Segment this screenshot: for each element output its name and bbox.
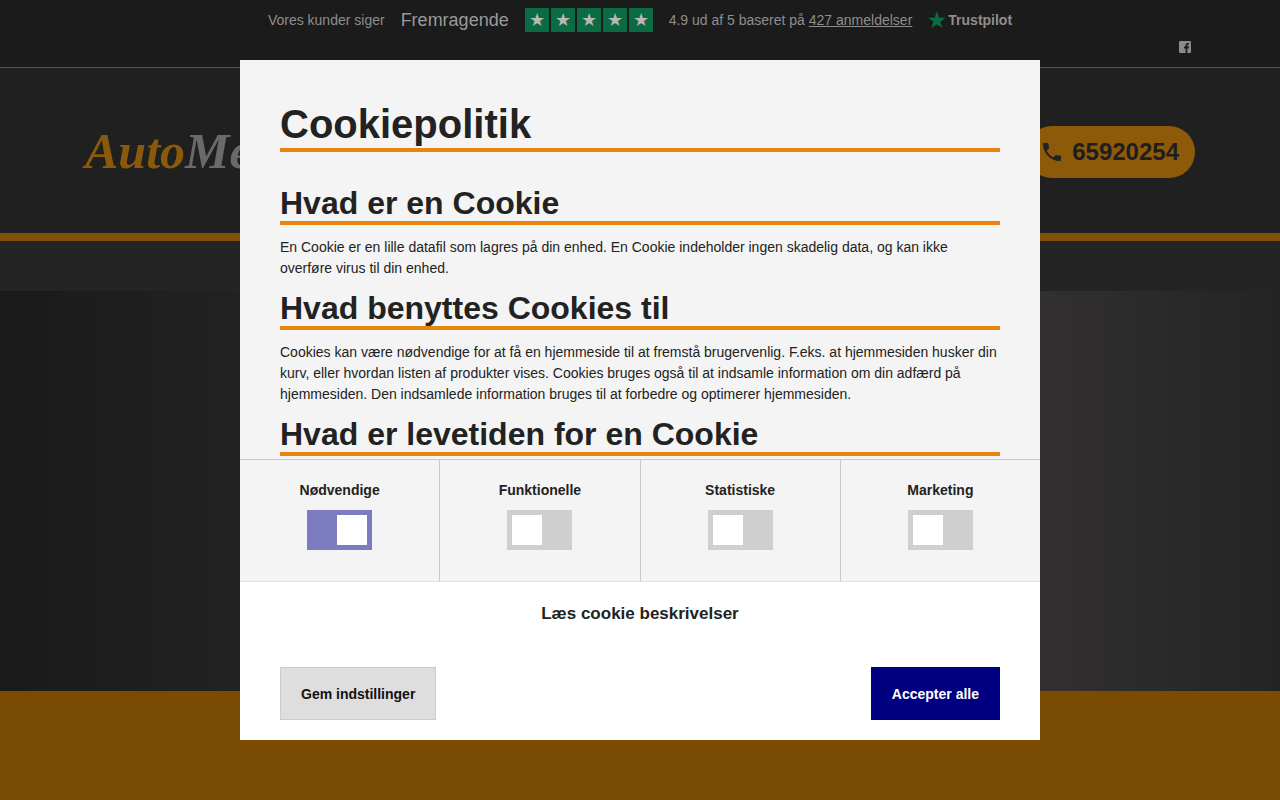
phone-number: 65920254 — [1072, 138, 1179, 166]
section-body: En Cookie er en lille datafil som lagres… — [280, 237, 1000, 279]
section-heading: Hvad er levetiden for en Cookie — [280, 416, 1000, 456]
accept-all-button[interactable]: Accepter alle — [871, 667, 1000, 720]
cookie-policy-text: Cookiepolitik Hvad er en Cookie En Cookie … — [240, 60, 1040, 459]
facebook-icon[interactable] — [1179, 41, 1191, 53]
star-icon: ★ — [525, 8, 549, 32]
cookie-dialog: Cookiepolitik Hvad er en Cookie En Cookie … — [240, 60, 1040, 740]
trustpilot-bar: Vores kunder sigerFremragende★★★★★4.9 ud… — [0, 0, 1280, 68]
switch-knob — [512, 515, 542, 545]
star-icon: ★ — [577, 8, 601, 32]
category-switch[interactable] — [708, 510, 773, 550]
dialog-footer: Læs cookie beskrivelser Gem indstillinger… — [240, 581, 1040, 740]
consent-category: Nødvendige — [240, 460, 440, 581]
dialog-title: Cookiepolitik — [280, 100, 1000, 152]
trustpilot-star-icon: ★ — [928, 8, 946, 32]
category-switch[interactable] — [507, 510, 572, 550]
policy-section: Hvad er en Cookie En Cookie er en lille d… — [280, 185, 1000, 279]
category-label: Nødvendige — [300, 482, 380, 498]
switch-knob — [713, 515, 743, 545]
score-text: 4.9 ud af 5 baseret på 427 anmeldelser — [669, 12, 913, 28]
section-heading: Hvad benyttes Cookies til — [280, 290, 1000, 330]
page: Vores kunder sigerFremragende★★★★★4.9 ud… — [0, 0, 1280, 800]
category-label: Funktionelle — [499, 482, 581, 498]
switch-knob — [337, 515, 367, 545]
category-label: Marketing — [907, 482, 973, 498]
trustpilot-intro: Vores kunder siger — [268, 12, 385, 28]
consent-category: Funktionelle — [440, 460, 640, 581]
section-body: Cookies kan være nødvendige for at få en… — [280, 342, 1000, 405]
consent-category: Statistiske — [641, 460, 841, 581]
policy-section: Hvad benyttes Cookies til Cookies kan vær… — [280, 290, 1000, 405]
phone-icon — [1040, 140, 1064, 164]
details-link[interactable]: Læs cookie beskrivelser — [541, 604, 739, 624]
category-label: Statistiske — [705, 482, 775, 498]
star-rating: ★★★★★ — [525, 8, 653, 32]
consent-category: Marketing — [841, 460, 1040, 581]
consent-toggles: Nødvendige Funktionelle Statistiske Marketi… — [240, 459, 1040, 581]
category-switch[interactable] — [307, 510, 372, 550]
star-icon: ★ — [603, 8, 627, 32]
save-settings-button[interactable]: Gem indstillinger — [280, 667, 436, 720]
category-switch[interactable] — [908, 510, 973, 550]
section-heading: Hvad er en Cookie — [280, 185, 1000, 225]
site-logo[interactable]: AutoMe — [85, 122, 252, 180]
star-icon: ★ — [551, 8, 575, 32]
reviews-link[interactable]: 427 anmeldelser — [809, 12, 913, 28]
trustpilot-logo[interactable]: ★Trustpilot — [928, 8, 1012, 32]
switch-knob — [913, 515, 943, 545]
policy-section: Hvad er levetiden for en Cookie — [280, 416, 1000, 456]
phone-button[interactable]: 65920254 — [1026, 126, 1195, 178]
star-icon: ★ — [629, 8, 653, 32]
rating-word: Fremragende — [401, 10, 509, 31]
